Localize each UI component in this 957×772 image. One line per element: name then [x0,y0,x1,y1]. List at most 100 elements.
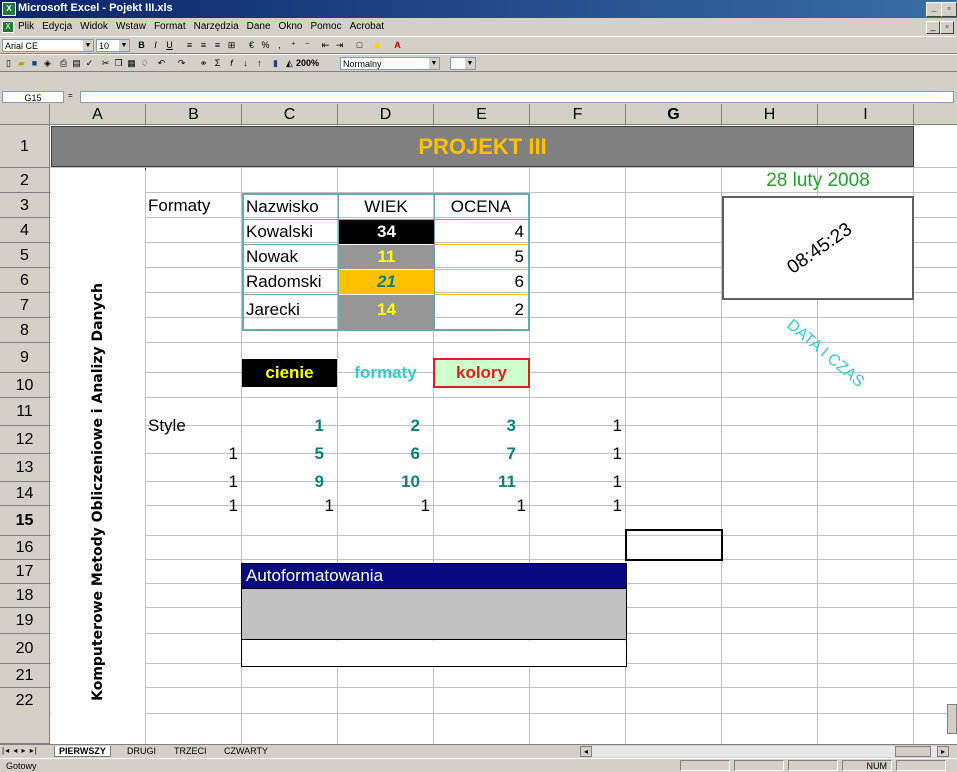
comma-style-icon[interactable]: , [274,40,285,51]
chevron-down-icon[interactable]: ▼ [83,40,93,51]
table-row-name[interactable]: Jarecki [246,295,300,329]
grid-cell[interactable]: 3 [434,412,530,440]
restore-button[interactable]: ▫ [941,2,957,17]
row-header-2[interactable]: 2 [0,168,50,193]
bold-button[interactable]: B [136,40,147,51]
hyperlink-icon[interactable]: ⚭ [198,58,209,69]
menu-pomoc[interactable]: Pomoc [306,18,345,32]
minimize-button[interactable]: _ [926,2,942,17]
print-preview-icon[interactable]: ▤ [71,58,82,69]
doc-minimize-button[interactable]: _ [926,21,940,34]
column-header-g[interactable]: G [626,104,722,125]
row-header-4[interactable]: 4 [0,218,50,243]
toolbar-options-select[interactable]: ▼ [450,57,476,70]
column-header-h[interactable]: H [722,104,818,125]
autosum-icon[interactable]: Σ [212,58,223,69]
increase-indent-icon[interactable]: ⇥ [334,40,345,51]
row-header-5[interactable]: 5 [0,243,50,268]
currency-icon[interactable]: € [246,40,257,51]
redo-icon[interactable]: ↷ [176,58,187,69]
tab-scroll-buttons[interactable]: |◂ ◂ ▸ ▸| [2,746,38,755]
row-header-19[interactable]: 19 [0,608,50,634]
grid-cell[interactable]: 1 [530,468,626,496]
undo-icon[interactable]: ↶ [156,58,167,69]
vertical-scroll-thumb[interactable] [947,704,957,734]
autoformat-footer[interactable] [242,641,626,666]
grid-cell[interactable]: 10 [338,468,434,496]
percent-icon[interactable]: % [260,40,271,51]
column-header-b[interactable]: B [146,104,242,125]
font-size-select[interactable]: 10 ▼ [96,39,130,52]
menu-acrobat[interactable]: Acrobat [346,18,388,32]
row-header-8[interactable]: 8 [0,318,50,343]
drawing-icon[interactable]: ◭ [284,58,295,69]
equals-icon[interactable]: = [68,91,73,100]
kolory-label[interactable]: kolory [433,358,530,388]
tab-czwarty[interactable]: CZWARTY [220,746,272,756]
grid-cell[interactable]: 1 [146,494,242,518]
grid-cell[interactable]: 1 [530,412,626,440]
row-header-3[interactable]: 3 [0,193,50,218]
column-header-e[interactable]: E [434,104,530,125]
menu-wstaw[interactable]: Wstaw [112,18,150,32]
row-header-1[interactable]: 1 [0,125,50,168]
worksheet-grid[interactable]: A B C D E F G H I 1 2 3 4 5 6 7 8 9 10 1… [0,104,957,744]
row-header-13[interactable]: 13 [0,454,50,482]
workbook-icon[interactable]: X [2,21,14,33]
cienie-label[interactable]: cienie [242,359,337,387]
time-box[interactable]: 08:45:23 [722,196,914,300]
row-header-7[interactable]: 7 [0,293,50,318]
column-header-f[interactable]: F [530,104,626,125]
new-icon[interactable]: ▯ [3,58,14,69]
style-label[interactable]: Style [148,412,186,440]
grid-cell[interactable]: 1 [146,440,242,468]
print-icon[interactable]: ⎙ [58,58,69,69]
table-header-wiek[interactable]: WIEK [338,195,434,219]
chevron-down-icon[interactable]: ▼ [429,58,439,69]
italic-button[interactable]: I [150,40,161,51]
copy-icon[interactable]: ❐ [113,58,124,69]
table-row-age[interactable]: 14 [339,295,434,329]
tab-pierwszy[interactable]: PIERWSZY [54,746,111,757]
excel-app-icon[interactable]: X [2,2,16,16]
column-header-c[interactable]: C [242,104,338,125]
row-header-6[interactable]: 6 [0,268,50,293]
grid-cell[interactable]: 1 [242,494,338,518]
zoom-value[interactable]: 200% [296,58,319,68]
h-scroll-left[interactable]: ◂ [580,746,592,757]
fill-color-icon[interactable]: ◆ [372,40,383,51]
name-box[interactable]: G15 [2,91,64,103]
grid-cell[interactable]: 1 [530,440,626,468]
select-all-corner[interactable] [0,104,50,125]
borders-icon[interactable]: □ [354,40,365,51]
grid-cell[interactable]: 1 [530,494,626,518]
table-row-name[interactable]: Nowak [246,245,298,269]
sort-desc-icon[interactable]: ↑ [254,58,265,69]
table-header-nazwisko[interactable]: Nazwisko [246,195,319,219]
row-header-12[interactable]: 12 [0,426,50,454]
row-header-14[interactable]: 14 [0,482,50,506]
column-header-j[interactable] [914,104,957,125]
column-header-d[interactable]: D [338,104,434,125]
date-cell[interactable]: 28 luty 2008 [722,168,914,193]
align-left-icon[interactable]: ≡ [184,40,195,51]
decrease-decimal-icon[interactable]: ⁻ [302,40,313,51]
row-header-10[interactable]: 10 [0,373,50,398]
doc-restore-button[interactable]: ▫ [940,21,954,34]
style-select[interactable]: Normalny ▼ [340,57,440,70]
row-header-22[interactable]: 22 [0,688,50,744]
chart-wizard-icon[interactable]: ▮ [270,58,281,69]
grid-cell[interactable]: 5 [242,440,338,468]
menu-format[interactable]: Format [150,18,190,32]
table-row-name[interactable]: Radomski [246,270,322,294]
horizontal-scrollbar[interactable] [592,746,937,757]
column-header-a[interactable]: A [50,104,146,125]
save-icon[interactable]: ■ [29,58,40,69]
menu-okno[interactable]: Okno [275,18,307,32]
menu-edycja[interactable]: Edycja [38,18,76,32]
insert-function-icon[interactable]: f [226,58,237,69]
row-header-20[interactable]: 20 [0,634,50,664]
increase-decimal-icon[interactable]: ⁺ [288,40,299,51]
underline-button[interactable]: U [164,40,175,51]
row-header-9[interactable]: 9 [0,343,50,373]
